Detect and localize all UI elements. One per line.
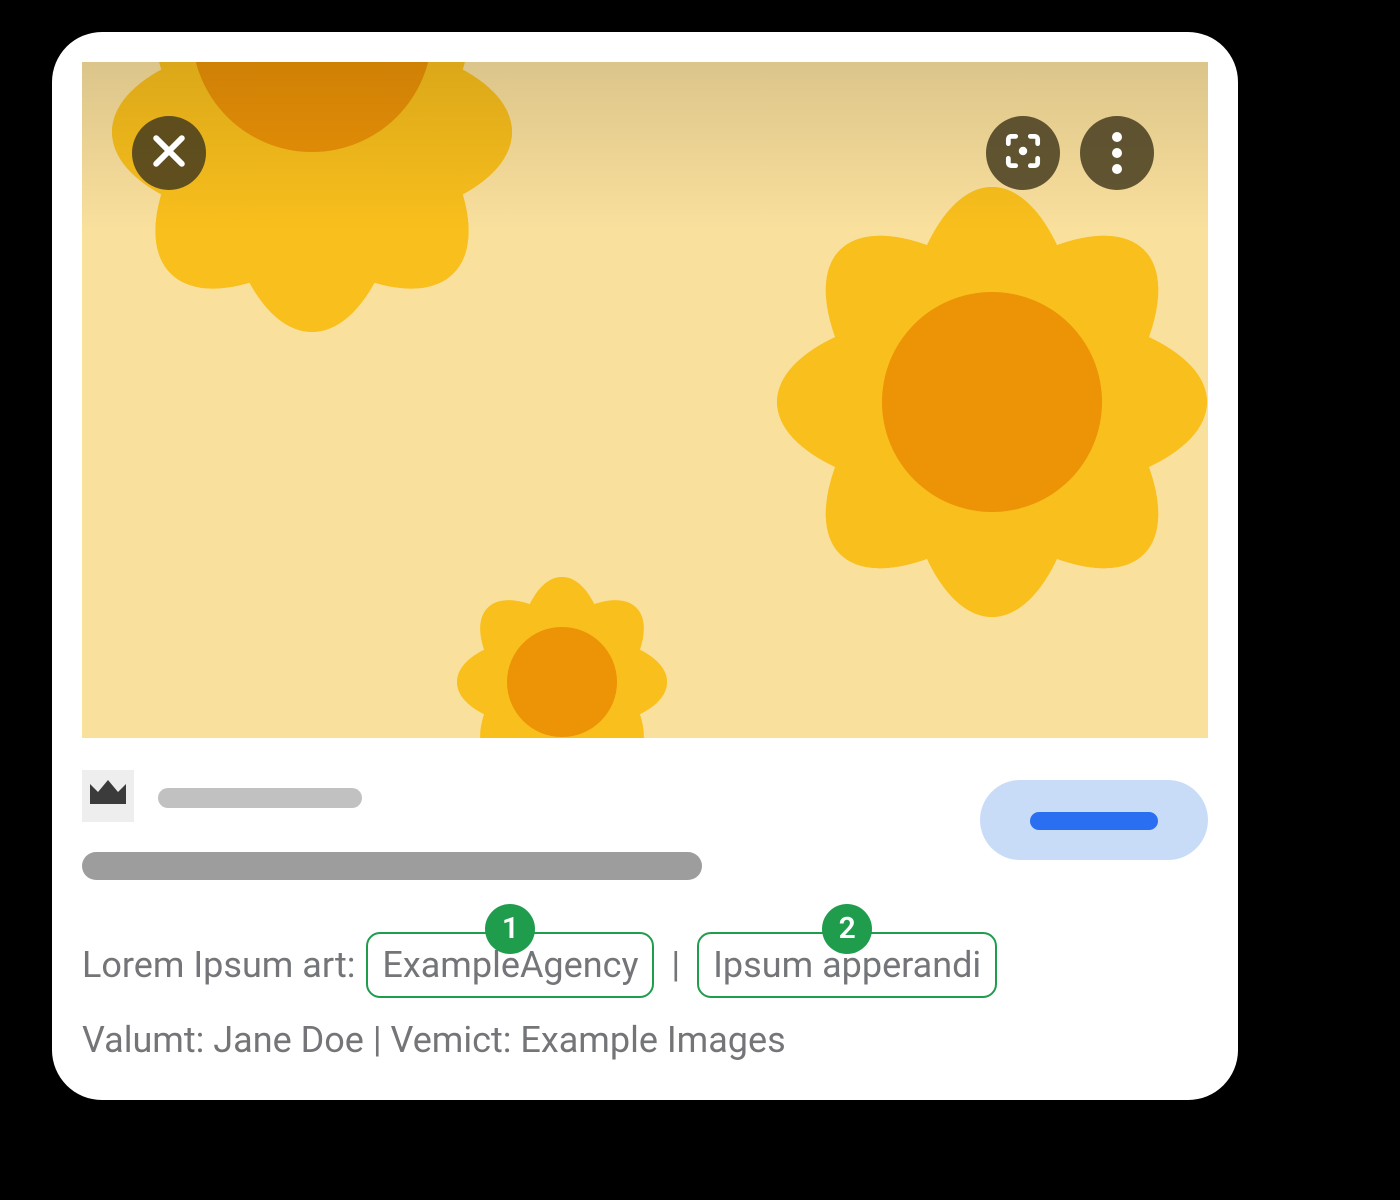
close-button[interactable] [132,116,206,190]
lens-search-button[interactable] [986,116,1060,190]
credit-prefix: Lorem Ipsum art: [82,944,364,986]
credit-label: Vemict: [391,1019,521,1061]
credits-line-2: Valumt: Jane Doe | Vemict: Example Image… [82,1012,1208,1068]
crown-icon [88,778,128,814]
source-name-placeholder [158,788,362,808]
credit-label: Valumt: [82,1019,213,1061]
more-options-button[interactable] [1080,116,1154,190]
hero-image [82,62,1208,738]
title-placeholder [82,852,702,880]
action-pill-button[interactable] [980,780,1208,860]
credit-separator: | [662,944,689,986]
callout-badge: 2 [822,904,872,954]
flower-illustration [362,482,762,738]
callout-2: 2Ipsum apperandi [697,932,997,998]
callout-badge: 1 [485,904,535,954]
close-icon [147,129,191,177]
credit-separator: | [364,1019,391,1061]
credit-value: Example Images [520,1019,785,1061]
more-vertical-icon [1112,148,1122,158]
credit-value: Jane Doe [213,1019,364,1061]
lens-icon [1001,129,1045,177]
image-viewer-card: Lorem Ipsum art: 1ExampleAgency | 2Ipsum… [52,32,1238,1100]
source-favicon [82,770,134,822]
image-credits: Lorem Ipsum art: 1ExampleAgency | 2Ipsum… [82,932,1208,1068]
callout-1: 1ExampleAgency [366,932,654,998]
credits-line-1: Lorem Ipsum art: 1ExampleAgency | 2Ipsum… [82,932,1208,998]
